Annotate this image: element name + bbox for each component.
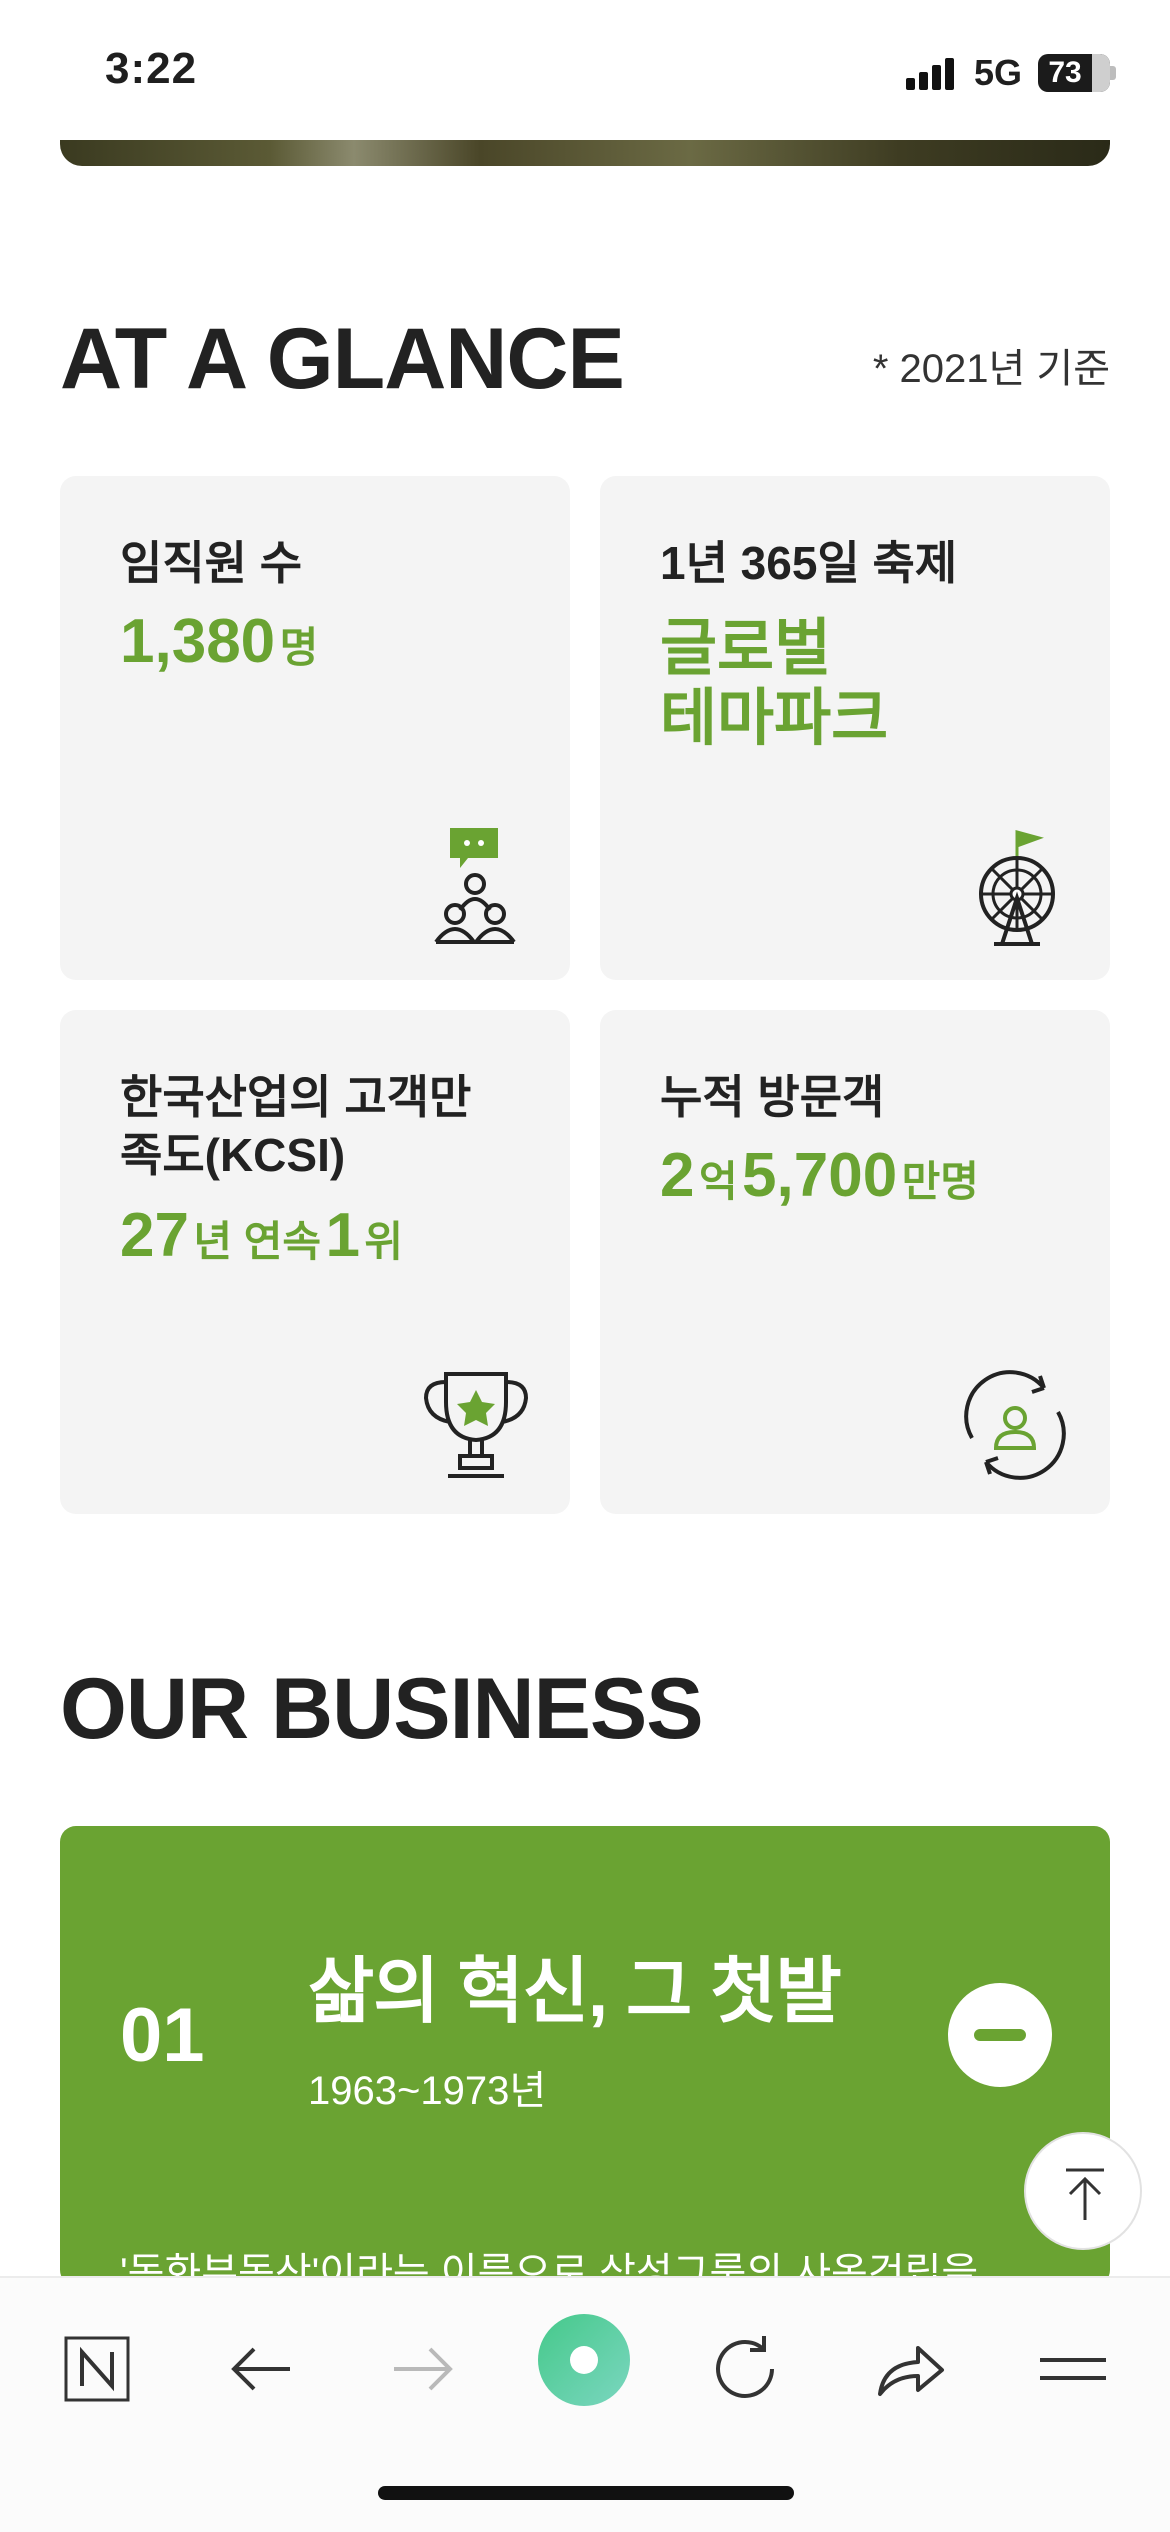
stat-value: 2 억 5,700 만명 [660,1141,979,1210]
forward-arrow-icon [394,2347,453,2391]
ferris-wheel-icon [979,830,1055,946]
back-button[interactable] [216,2324,306,2414]
assistant-orb-icon [570,2346,598,2374]
stat-card-festival: 1년 365일 축제 글로벌 테마파크 [600,476,1110,980]
battery-level: 73 [1048,56,1082,89]
business-title: OUR BUSINESS [60,1661,704,1757]
stat-card-kcsi: 한국산업의 고객만 족도(KCSI) 27 년 연속 1 위 [60,1010,570,1514]
reload-button[interactable] [700,2324,790,2414]
forward-button[interactable] [378,2324,468,2414]
business-item-01[interactable]: 01 삶의 혁신, 그 첫발 1963~1973년 '동화부동산'이라는 이름으… [60,1826,1110,2286]
stat-label: 한국산업의 고객만 족도(KCSI) [120,1071,472,1181]
glance-basis-note: * 2021년 기준 [872,347,1110,391]
business-item-number: 01 [120,1993,205,2078]
menu-button[interactable] [1028,2324,1118,2414]
stat-label: 임직원 수 [120,537,303,589]
home-indicator [378,2486,794,2500]
status-bar: 3:22 5G 73 [0,0,1170,140]
naver-home-icon [64,2336,130,2402]
business-item-years: 1963~1973년 [308,2069,547,2113]
stat-label: 1년 365일 축제 [660,537,958,589]
battery-icon: 73 [1038,54,1110,92]
stat-value: 27 년 연속 1 위 [120,1201,404,1270]
stat-card-visitors: 누적 방문객 2 억 5,700 만명 [600,1010,1110,1514]
stat-label: 누적 방문객 [660,1071,885,1123]
business-item-title: 삶의 혁신, 그 첫발 [308,1952,842,2032]
share-icon [878,2346,944,2396]
trophy-icon [423,1372,529,1478]
scroll-to-top-button[interactable] [1024,2132,1142,2250]
network-type: 5G [974,52,1023,93]
stat-value: 글로벌 테마파크 [660,614,889,753]
stat-value: 1,380 명 [120,607,319,676]
people-chat-icon [434,828,516,944]
reload-icon [716,2336,774,2398]
assistant-orb-button[interactable] [538,2314,630,2406]
arrow-up-icon [1066,2168,1104,2220]
visitor-cycle-icon [964,1370,1066,1480]
signal-icon [906,58,958,90]
glance-title: AT A GLANCE [60,311,625,407]
hero-image-edge [60,140,1110,166]
share-button[interactable] [864,2324,954,2414]
collapse-button[interactable] [948,1983,1052,2087]
stat-card-employees: 임직원 수 1,380 명 [60,476,570,980]
naver-home-button[interactable] [52,2324,142,2414]
back-arrow-icon [231,2347,290,2391]
menu-icon [1040,2358,1106,2380]
battery-tip [1110,66,1116,80]
status-time: 3:22 [105,44,198,93]
